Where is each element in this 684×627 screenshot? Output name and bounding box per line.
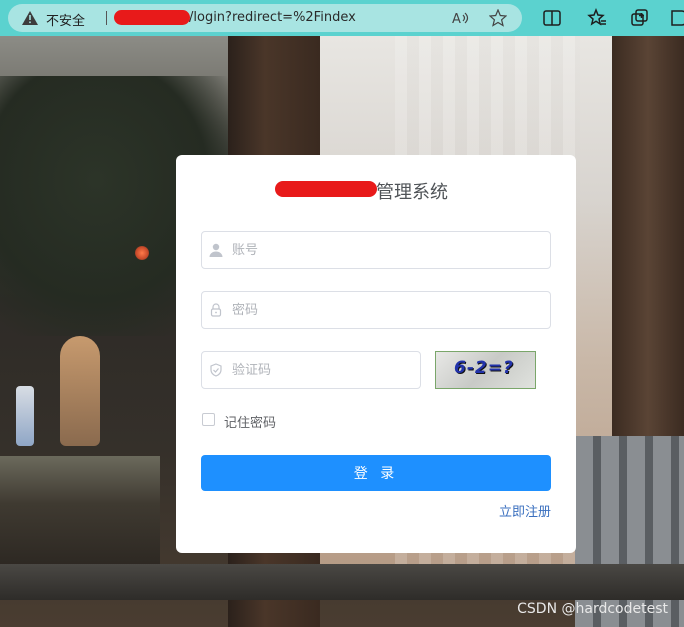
favorites-icon[interactable] bbox=[587, 8, 607, 28]
favorite-icon[interactable] bbox=[489, 9, 507, 27]
url-path[interactable]: /login?redirect=%2Findex bbox=[189, 10, 356, 25]
warning-icon[interactable] bbox=[22, 11, 38, 25]
user-icon bbox=[209, 243, 223, 257]
captcha-image[interactable]: 6-2=? bbox=[435, 351, 536, 389]
captcha-input[interactable] bbox=[232, 352, 412, 388]
login-form: 管理系统 6-2=? 记住密码 登 录 立即注册 bbox=[176, 155, 576, 553]
password-input[interactable] bbox=[232, 292, 542, 328]
security-status-label[interactable]: 不安全 bbox=[46, 10, 85, 29]
username-field[interactable] bbox=[201, 231, 551, 269]
username-input[interactable] bbox=[232, 232, 542, 268]
browser-essentials-icon[interactable] bbox=[668, 8, 684, 28]
captcha-text: 6-2=? bbox=[454, 358, 514, 378]
address-bar[interactable]: 不安全 /login?redirect=%2Findex A bbox=[8, 4, 522, 32]
login-title: 管理系统 bbox=[176, 178, 576, 203]
lock-icon bbox=[210, 303, 222, 317]
captcha-field[interactable] bbox=[201, 351, 421, 389]
shield-icon bbox=[210, 363, 222, 377]
svg-text:A: A bbox=[452, 12, 461, 27]
password-field[interactable] bbox=[201, 291, 551, 329]
remember-checkbox[interactable] bbox=[202, 413, 215, 426]
watermark: CSDN @hardcodetest bbox=[517, 601, 668, 617]
split-screen-icon[interactable] bbox=[542, 8, 562, 28]
url-separator bbox=[106, 11, 107, 25]
read-aloud-icon[interactable]: A bbox=[451, 9, 469, 27]
redacted-host bbox=[114, 10, 190, 25]
register-link[interactable]: 立即注册 bbox=[499, 501, 551, 520]
collections-icon[interactable] bbox=[630, 8, 650, 28]
redacted-system-name bbox=[275, 181, 377, 197]
login-title-text: 管理系统 bbox=[376, 182, 448, 203]
login-button[interactable]: 登 录 bbox=[201, 455, 551, 491]
remember-label[interactable]: 记住密码 bbox=[224, 412, 276, 431]
browser-toolbar: 不安全 /login?redirect=%2Findex A bbox=[0, 0, 684, 36]
